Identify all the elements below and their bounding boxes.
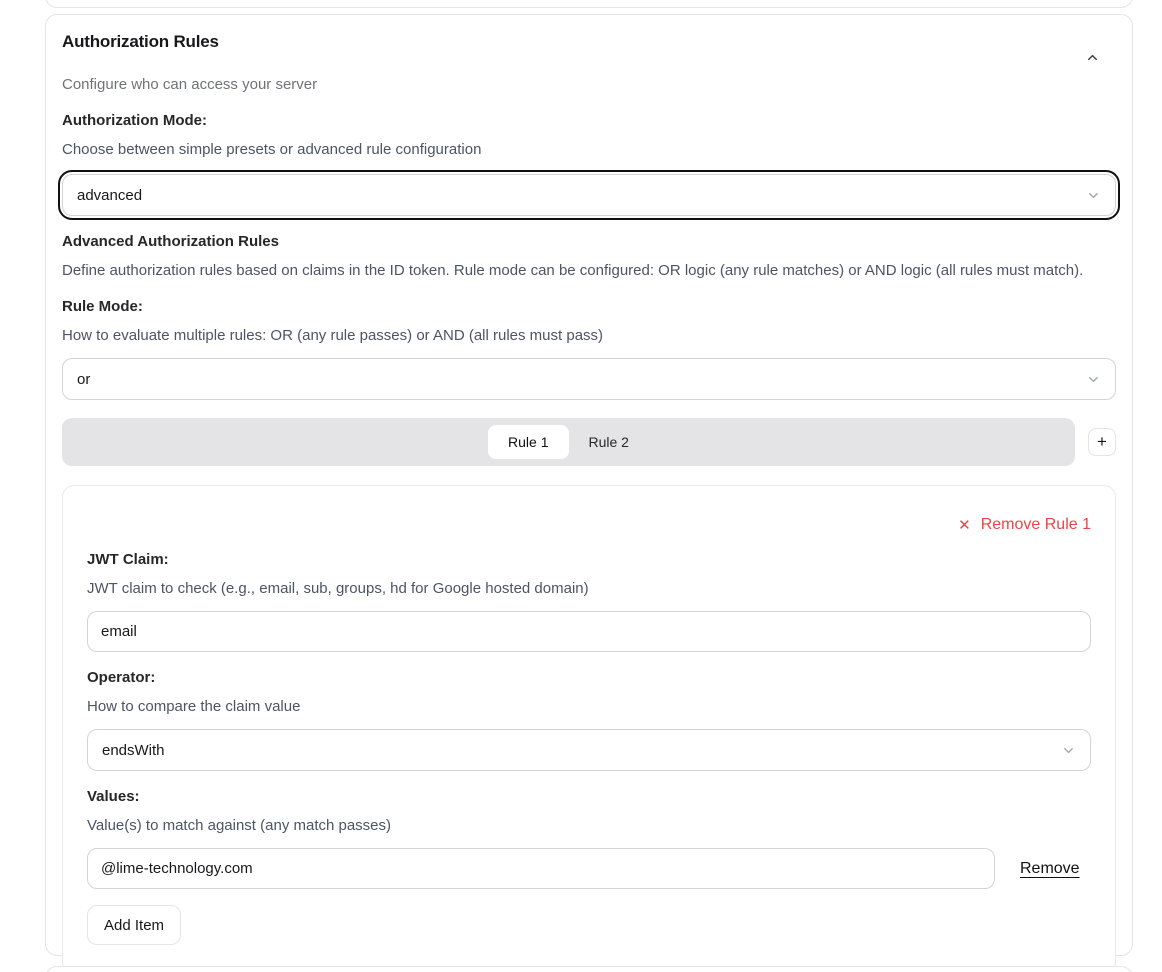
value-item-row: Remove bbox=[87, 848, 1091, 889]
card-subtitle: Configure who can access your server bbox=[62, 74, 1116, 95]
next-card-edge bbox=[45, 966, 1133, 972]
rule-mode-value: or bbox=[77, 371, 90, 388]
rule-tabs-row: Rule 1 Rule 2 + bbox=[62, 418, 1116, 466]
rule-mode-description: How to evaluate multiple rules: OR (any … bbox=[62, 325, 1116, 346]
chevron-down-icon bbox=[1086, 372, 1101, 387]
collapse-section-button[interactable] bbox=[1081, 46, 1104, 69]
authorization-mode-select[interactable]: advanced bbox=[62, 174, 1116, 216]
rule-editor-card: ✕ Remove Rule 1 JWT Claim: JWT claim to … bbox=[62, 485, 1116, 972]
remove-rule-button[interactable]: ✕ Remove Rule 1 bbox=[958, 516, 1091, 534]
operator-label: Operator: bbox=[87, 667, 1091, 688]
authorization-mode-label: Authorization Mode: bbox=[62, 110, 1116, 131]
x-icon: ✕ bbox=[958, 518, 971, 533]
rule-mode-select[interactable]: or bbox=[62, 358, 1116, 400]
chevron-down-icon bbox=[1086, 188, 1101, 203]
tab-rule-2[interactable]: Rule 2 bbox=[569, 425, 649, 459]
jwt-claim-input[interactable] bbox=[87, 611, 1091, 652]
jwt-claim-label: JWT Claim: bbox=[87, 549, 1091, 570]
jwt-claim-description: JWT claim to check (e.g., email, sub, gr… bbox=[87, 578, 1091, 599]
remove-rule-row: ✕ Remove Rule 1 bbox=[87, 516, 1091, 534]
authorization-mode-value: advanced bbox=[77, 187, 142, 204]
authorization-rules-card: Authorization Rules Configure who can ac… bbox=[45, 14, 1133, 956]
operator-select[interactable]: endsWith bbox=[87, 729, 1091, 771]
operator-value: endsWith bbox=[102, 742, 165, 759]
value-input[interactable] bbox=[87, 848, 995, 889]
add-rule-button[interactable]: + bbox=[1088, 428, 1116, 456]
advanced-rules-description: Define authorization rules based on clai… bbox=[62, 260, 1116, 281]
values-description: Value(s) to match against (any match pas… bbox=[87, 815, 1091, 836]
card-title: Authorization Rules bbox=[62, 30, 219, 54]
advanced-rules-heading: Advanced Authorization Rules bbox=[62, 231, 1116, 252]
tab-rule-1[interactable]: Rule 1 bbox=[488, 425, 568, 459]
chevron-up-icon bbox=[1085, 53, 1100, 68]
operator-description: How to compare the claim value bbox=[87, 696, 1091, 717]
values-label: Values: bbox=[87, 786, 1091, 807]
authorization-mode-description: Choose between simple presets or advance… bbox=[62, 139, 1116, 160]
remove-rule-label: Remove Rule 1 bbox=[981, 516, 1091, 534]
settings-page: Authorization Rules Configure who can ac… bbox=[0, 0, 1162, 972]
previous-card-edge bbox=[45, 0, 1133, 8]
remove-value-button[interactable]: Remove bbox=[1020, 860, 1080, 878]
chevron-down-icon bbox=[1061, 743, 1076, 758]
card-header: Authorization Rules bbox=[62, 30, 1116, 69]
rule-mode-label: Rule Mode: bbox=[62, 296, 1116, 317]
add-item-button[interactable]: Add Item bbox=[87, 905, 181, 945]
rule-tabs-bar: Rule 1 Rule 2 bbox=[62, 418, 1075, 466]
